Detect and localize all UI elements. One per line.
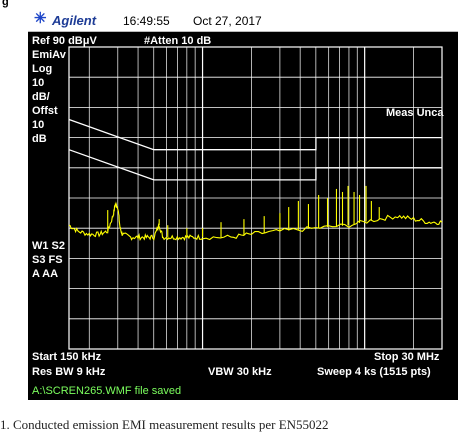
stop-frequency: Stop 30 MHz	[374, 351, 440, 363]
detector-line: dB	[32, 133, 47, 145]
detector-line: dB/	[32, 91, 50, 103]
status-message: A:\SCREN265.WMF file saved	[32, 385, 182, 397]
marker-line: S3 FS	[32, 254, 63, 266]
sweep-label: Sweep 4 ks (1515 pts)	[317, 366, 431, 378]
detector-line: Offst	[32, 105, 58, 117]
ref-level-label: Ref 90 dBμV	[32, 35, 97, 47]
marker-line: W1 S2	[32, 240, 66, 252]
analyzer-screen: ✳ Agilent 16:49:55 Oct 27, 2017 Ref 90 d…	[28, 9, 458, 400]
figure-caption: 1. Conducted emission EMI measurement re…	[0, 417, 329, 432]
attenuation-label: #Atten 10 dB	[144, 35, 212, 47]
detector-line: 10	[32, 77, 45, 89]
start-frequency: Start 150 kHz	[32, 351, 102, 363]
marker-line: A AA	[32, 268, 59, 280]
detector-line: 10	[32, 119, 45, 131]
corner-label: g	[2, 0, 9, 8]
vbw-label: VBW 30 kHz	[208, 366, 272, 378]
detector-line: EmiAv	[32, 49, 66, 61]
res-bw-label: Res BW 9 kHz	[32, 366, 106, 378]
meas-uncal-label: Meas Unca	[386, 107, 444, 119]
status-bar: A:\SCREN265.WMF file saved	[28, 383, 458, 400]
spectrum-plot	[68, 46, 443, 350]
measurement-trace	[68, 201, 443, 242]
limit-line-quasi-peak	[68, 118, 442, 151]
limit-line-average	[68, 149, 442, 181]
detector-line: Log	[32, 63, 53, 75]
